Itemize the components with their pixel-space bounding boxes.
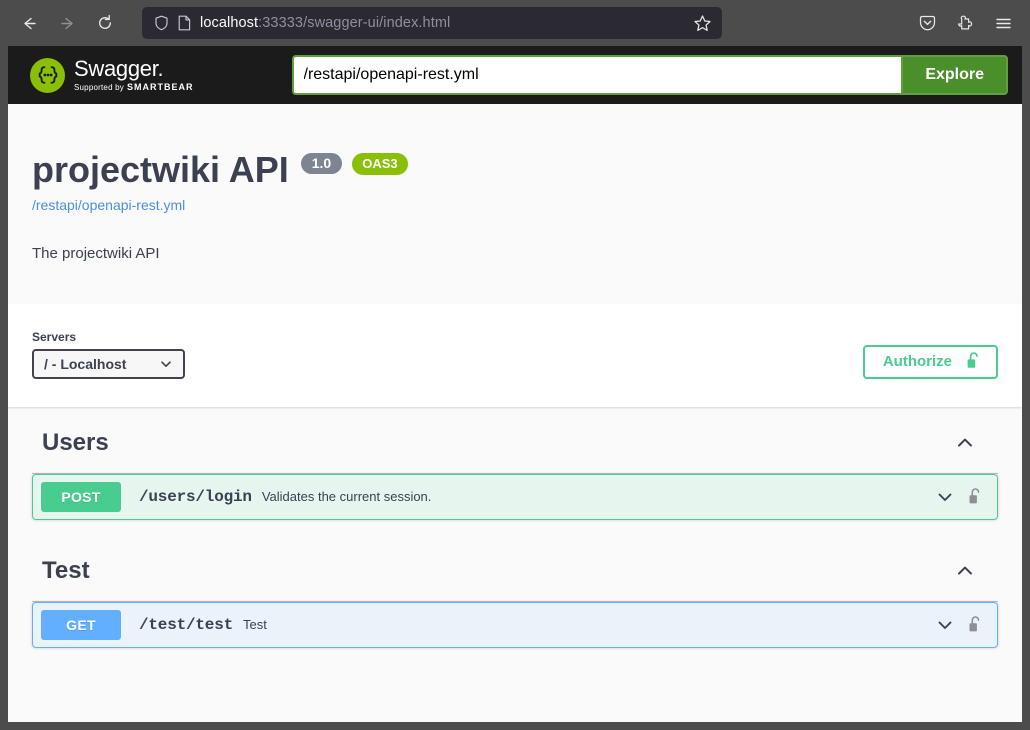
app-menu-button[interactable] <box>986 8 1020 38</box>
tag-section: Users POST/users/login Validates the curre… <box>32 407 998 520</box>
star-icon[interactable] <box>693 14 712 33</box>
authorize-button-label: Authorize <box>882 353 952 371</box>
operation-summary-text: Test <box>243 617 267 633</box>
extensions-button[interactable] <box>948 8 982 38</box>
http-method-badge: POST <box>41 481 121 512</box>
operation-summary[interactable]: POST/users/login Validates the current se… <box>33 477 997 517</box>
unlocked-padlock-icon[interactable] <box>968 487 983 506</box>
servers-label: Servers <box>32 329 77 344</box>
page-document-icon <box>178 15 191 31</box>
spec-url-input[interactable] <box>291 55 902 95</box>
swagger-logo-icon <box>30 57 65 93</box>
spec-definition-link[interactable]: /restapi/openapi-rest.yml <box>32 197 998 213</box>
servers-selected-value: / - Localhost <box>44 355 127 372</box>
tag-sections-container: Users POST/users/login Validates the curre… <box>32 407 998 648</box>
operation-block: POST/users/login Validates the current se… <box>32 473 998 520</box>
back-arrow-icon <box>23 17 36 29</box>
operation-controls <box>935 615 987 635</box>
reload-button[interactable] <box>88 8 122 38</box>
forward-arrow-icon <box>60 17 73 29</box>
operation-summary-text: Validates the current session. <box>261 489 432 505</box>
operations-wrapper: Users POST/users/login Validates the curre… <box>8 407 1022 648</box>
operation-block: GET/test/test Test <box>32 601 998 648</box>
navigation-buttons <box>0 8 122 38</box>
extensions-puzzle-icon <box>957 15 972 29</box>
chevron-down-icon[interactable] <box>935 615 955 635</box>
servers-select[interactable]: / - Localhost <box>32 348 185 379</box>
unlocked-padlock-icon[interactable] <box>968 615 983 634</box>
swagger-logo-wordmark: Swagger. Supported by SMARTBEAR <box>74 58 194 92</box>
swagger-topbar: Swagger. Supported bySMARTBEAR Explore <box>8 46 1022 104</box>
scheme-container: Servers / - Localhost Authorize <box>8 303 1022 407</box>
api-info-container: projectwiki API 1.0 OAS3 /restapi/openap… <box>8 104 1022 304</box>
address-bar-path: :33333/swagger-ui/index.html <box>258 15 451 31</box>
swagger-logo-link[interactable]: Swagger. Supported by SMARTBEAR <box>30 57 194 93</box>
servers-group: Servers / - Localhost <box>32 330 185 379</box>
reload-icon <box>99 14 111 29</box>
api-title-text: projectwiki API <box>32 149 289 190</box>
toolbar-right-icons <box>910 8 1030 38</box>
auth-wrapper: Authorize <box>862 344 998 379</box>
browser-toolbar: localhost:33333/swagger-ui/index.html <box>0 0 1030 46</box>
api-info: projectwiki API 1.0 OAS3 /restapi/openap… <box>8 104 1022 304</box>
tag-section: Test GET/test/test Test <box>32 535 998 648</box>
swagger-content: projectwiki API 1.0 OAS3 /restapi/openap… <box>8 104 1022 722</box>
oas-version-badge: OAS3 <box>352 152 408 175</box>
operation-summary[interactable]: GET/test/test Test <box>33 605 997 645</box>
spec-url-form: Explore <box>291 55 1008 95</box>
tag-name: Users <box>42 428 109 456</box>
swagger-logo-subtitle: Supported by SMARTBEAR <box>74 83 194 92</box>
http-method-badge: GET <box>41 609 121 640</box>
explore-button[interactable]: Explore <box>901 55 1008 95</box>
save-to-pocket-icon <box>919 15 935 30</box>
tag-name: Test <box>42 556 90 584</box>
supported-by-label: Supported by <box>74 83 124 92</box>
page-viewport: Swagger. Supported bySMARTBEAR Explore p… <box>8 46 1022 722</box>
address-bar-host: localhost <box>200 15 259 31</box>
save-to-pocket-button[interactable] <box>910 8 944 38</box>
tag-header-test[interactable]: Test <box>32 535 998 602</box>
smartbear-label: SMARTBEAR <box>127 82 194 92</box>
shield-icon <box>154 15 169 31</box>
operation-path: /test/test <box>139 615 234 634</box>
swagger-logo-title: Swagger. <box>74 58 194 80</box>
operation-path: /users/login <box>139 487 252 506</box>
tag-header-users[interactable]: Users <box>32 407 998 474</box>
api-description: The projectwiki API <box>32 244 160 262</box>
forward-button[interactable] <box>50 8 84 38</box>
back-button[interactable] <box>12 8 46 38</box>
page-title: projectwiki API 1.0 OAS3 <box>32 150 998 190</box>
address-bar[interactable]: localhost:33333/swagger-ui/index.html <box>142 7 722 39</box>
chevron-down-icon[interactable] <box>935 487 955 507</box>
operation-controls <box>935 487 987 507</box>
address-bar-container: localhost:33333/swagger-ui/index.html <box>142 7 722 39</box>
chevron-up-icon[interactable] <box>954 560 988 582</box>
version-badge: 1.0 <box>300 153 343 175</box>
chevron-down-icon <box>159 357 173 371</box>
swagger-logo-text: Swagger <box>74 56 158 81</box>
authorize-button[interactable]: Authorize <box>862 344 998 379</box>
address-bar-url: localhost:33333/swagger-ui/index.html <box>200 15 684 31</box>
hamburger-menu-icon <box>995 18 1011 28</box>
unlocked-padlock-icon <box>966 351 982 373</box>
swagger-logo-dot: . <box>157 56 164 81</box>
chevron-up-icon[interactable] <box>954 432 988 454</box>
